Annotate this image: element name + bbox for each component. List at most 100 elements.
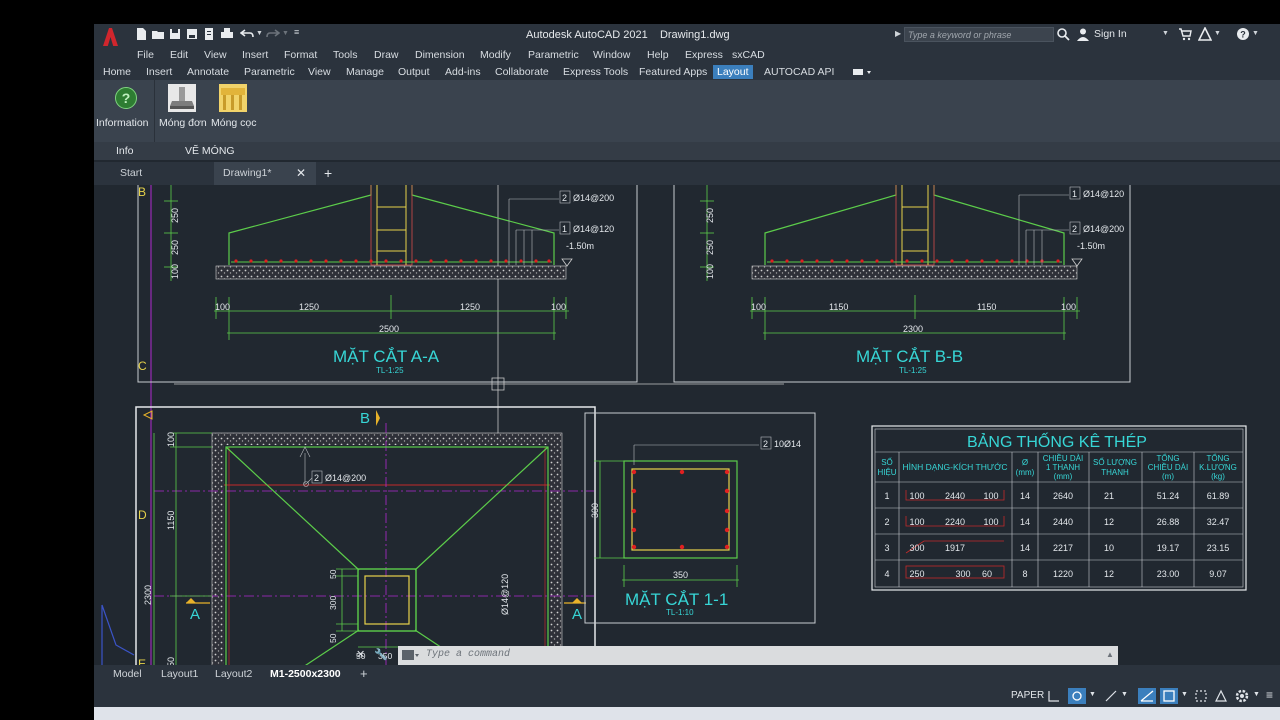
paper-space-toggle[interactable]: PAPER bbox=[1011, 690, 1044, 701]
snap-dropdown-icon[interactable]: ▼ bbox=[1089, 691, 1096, 698]
command-close-icon[interactable]: ✕ bbox=[356, 648, 365, 661]
tab-annotate[interactable]: Annotate bbox=[183, 65, 233, 79]
search-input[interactable]: Type a keyword or phrase bbox=[904, 27, 1054, 42]
menu-format[interactable]: Format bbox=[284, 49, 317, 61]
tab-add-ins[interactable]: Add-ins bbox=[441, 65, 485, 79]
tab-home[interactable]: Home bbox=[99, 65, 135, 79]
tab-insert[interactable]: Insert bbox=[142, 65, 176, 79]
ribbon-panel-titles: Info VẼ MÓNG bbox=[94, 142, 1280, 160]
save-to-web-icon[interactable] bbox=[202, 27, 216, 41]
command-history-icon[interactable]: ▲ bbox=[1106, 650, 1114, 659]
svg-text:100: 100 bbox=[166, 432, 176, 447]
information-button[interactable]: ? Information bbox=[96, 84, 154, 132]
sign-in-link[interactable]: Sign In bbox=[1094, 28, 1127, 40]
workspace-dropdown-icon[interactable]: ▼ bbox=[1253, 691, 1260, 698]
layout-tab-layout1[interactable]: Layout1 bbox=[161, 668, 198, 680]
file-tab-start[interactable]: Start bbox=[94, 162, 210, 185]
svg-text:2: 2 bbox=[314, 473, 319, 483]
menu-sxcad[interactable]: sxCAD bbox=[732, 49, 765, 61]
svg-text:Ø14@200: Ø14@200 bbox=[573, 193, 614, 203]
save-as-icon[interactable] bbox=[185, 27, 199, 41]
layout-tab-model[interactable]: Model bbox=[113, 668, 142, 680]
search-expand-icon[interactable]: ▶ bbox=[895, 29, 901, 38]
svg-text:250: 250 bbox=[170, 208, 180, 223]
tab-autocad-api[interactable]: AUTOCAD API bbox=[760, 65, 838, 79]
grid-label-d: D bbox=[138, 508, 147, 522]
snap-icon[interactable] bbox=[1068, 688, 1086, 704]
tab-collaborate[interactable]: Collaborate bbox=[491, 65, 553, 79]
polar-tracking-icon[interactable] bbox=[1138, 688, 1156, 704]
sign-in-dropdown-icon[interactable]: ▼ bbox=[1162, 30, 1169, 37]
autodesk-a360-icon[interactable] bbox=[1197, 26, 1213, 44]
svg-text:(kg): (kg) bbox=[1211, 472, 1225, 481]
command-customize-icon[interactable]: 🔧 bbox=[374, 648, 388, 661]
menu-tools[interactable]: Tools bbox=[333, 49, 358, 61]
ortho-dropdown-icon[interactable]: ▼ bbox=[1121, 691, 1128, 698]
help-dropdown-icon[interactable]: ▼ bbox=[1252, 30, 1259, 37]
layout-tab-m1[interactable]: M1-2500x2300 bbox=[270, 668, 341, 680]
mong-don-button[interactable]: Móng đơn bbox=[158, 84, 208, 132]
new-file-icon[interactable] bbox=[134, 27, 148, 41]
menu-dimension[interactable]: Dimension bbox=[415, 49, 465, 61]
add-layout-button[interactable]: + bbox=[360, 666, 368, 681]
file-tab-drawing1[interactable]: Drawing1* ✕ bbox=[214, 162, 316, 185]
drawing-canvas[interactable]: B C D E -1.50m 2 Ø14@200 1 Ø14@120 250 2… bbox=[94, 174, 1280, 678]
menu-window[interactable]: Window bbox=[593, 49, 630, 61]
menu-insert[interactable]: Insert bbox=[242, 49, 268, 61]
workspace-gear-icon[interactable] bbox=[1234, 688, 1250, 707]
ortho-icon[interactable] bbox=[1104, 689, 1118, 706]
svg-text:100: 100 bbox=[215, 302, 230, 312]
svg-text:61.89: 61.89 bbox=[1207, 491, 1230, 501]
tab-layout[interactable]: Layout bbox=[713, 65, 753, 79]
svg-text:1 THANH: 1 THANH bbox=[1046, 463, 1080, 472]
new-tab-button[interactable]: + bbox=[324, 162, 340, 185]
svg-text:TỔNG: TỔNG bbox=[1156, 454, 1179, 463]
tab-parametric[interactable]: Parametric bbox=[240, 65, 299, 79]
svg-text:(mm): (mm) bbox=[1016, 468, 1035, 477]
user-icon[interactable] bbox=[1076, 27, 1090, 44]
ribbon-display-toggle-icon[interactable] bbox=[852, 67, 874, 77]
menu-edit[interactable]: Edit bbox=[170, 49, 188, 61]
menu-help[interactable]: Help bbox=[647, 49, 669, 61]
undo-dropdown-icon[interactable]: ▼ bbox=[256, 30, 263, 37]
customize-qat-icon[interactable]: ≡ bbox=[294, 27, 299, 37]
plot-icon[interactable] bbox=[220, 27, 234, 41]
object-snap-icon[interactable] bbox=[1160, 688, 1178, 704]
tab-output[interactable]: Output bbox=[394, 65, 434, 79]
selection-cycling-icon[interactable] bbox=[1194, 689, 1208, 706]
save-icon[interactable] bbox=[168, 27, 182, 41]
svg-text:300: 300 bbox=[955, 569, 970, 579]
svg-text:250: 250 bbox=[705, 240, 715, 255]
annotation-scale-icon[interactable] bbox=[1214, 689, 1228, 706]
open-folder-icon[interactable] bbox=[151, 27, 165, 41]
layout-tab-layout2[interactable]: Layout2 bbox=[215, 668, 252, 680]
menu-parametric[interactable]: Parametric bbox=[528, 49, 579, 61]
grid-display-icon[interactable] bbox=[1047, 689, 1061, 706]
svg-text:300: 300 bbox=[328, 596, 338, 610]
menu-view[interactable]: View bbox=[204, 49, 227, 61]
menu-draw[interactable]: Draw bbox=[374, 49, 399, 61]
mong-coc-button[interactable]: Móng cọc bbox=[208, 84, 258, 132]
search-icon[interactable] bbox=[1056, 27, 1070, 44]
svg-text:250: 250 bbox=[705, 208, 715, 223]
menu-express[interactable]: Express bbox=[685, 49, 723, 61]
redo-dropdown-icon[interactable]: ▼ bbox=[282, 30, 289, 37]
command-prompt-icon[interactable] bbox=[402, 649, 420, 661]
svg-text:1917: 1917 bbox=[945, 543, 965, 553]
customize-status-icon[interactable]: ≡ bbox=[1266, 688, 1273, 702]
menu-file[interactable]: File bbox=[137, 49, 154, 61]
tab-express-tools[interactable]: Express Tools bbox=[559, 65, 632, 79]
tab-manage[interactable]: Manage bbox=[342, 65, 388, 79]
tab-featured-apps[interactable]: Featured Apps bbox=[635, 65, 711, 79]
undo-icon[interactable] bbox=[239, 27, 254, 41]
redo-icon[interactable] bbox=[266, 27, 281, 41]
close-tab-icon[interactable]: ✕ bbox=[296, 162, 306, 185]
object-snap-dropdown-icon[interactable]: ▼ bbox=[1181, 691, 1188, 698]
command-input[interactable]: Type a command bbox=[426, 649, 510, 660]
help-icon[interactable]: ? bbox=[1236, 27, 1250, 44]
tab-view[interactable]: View bbox=[304, 65, 335, 79]
cart-icon[interactable] bbox=[1178, 28, 1192, 44]
a360-dropdown-icon[interactable]: ▼ bbox=[1214, 30, 1221, 37]
section-bb: -1.50m 1 Ø14@120 2 Ø14@200 250 250 100 1… bbox=[673, 174, 1131, 383]
menu-modify[interactable]: Modify bbox=[480, 49, 511, 61]
